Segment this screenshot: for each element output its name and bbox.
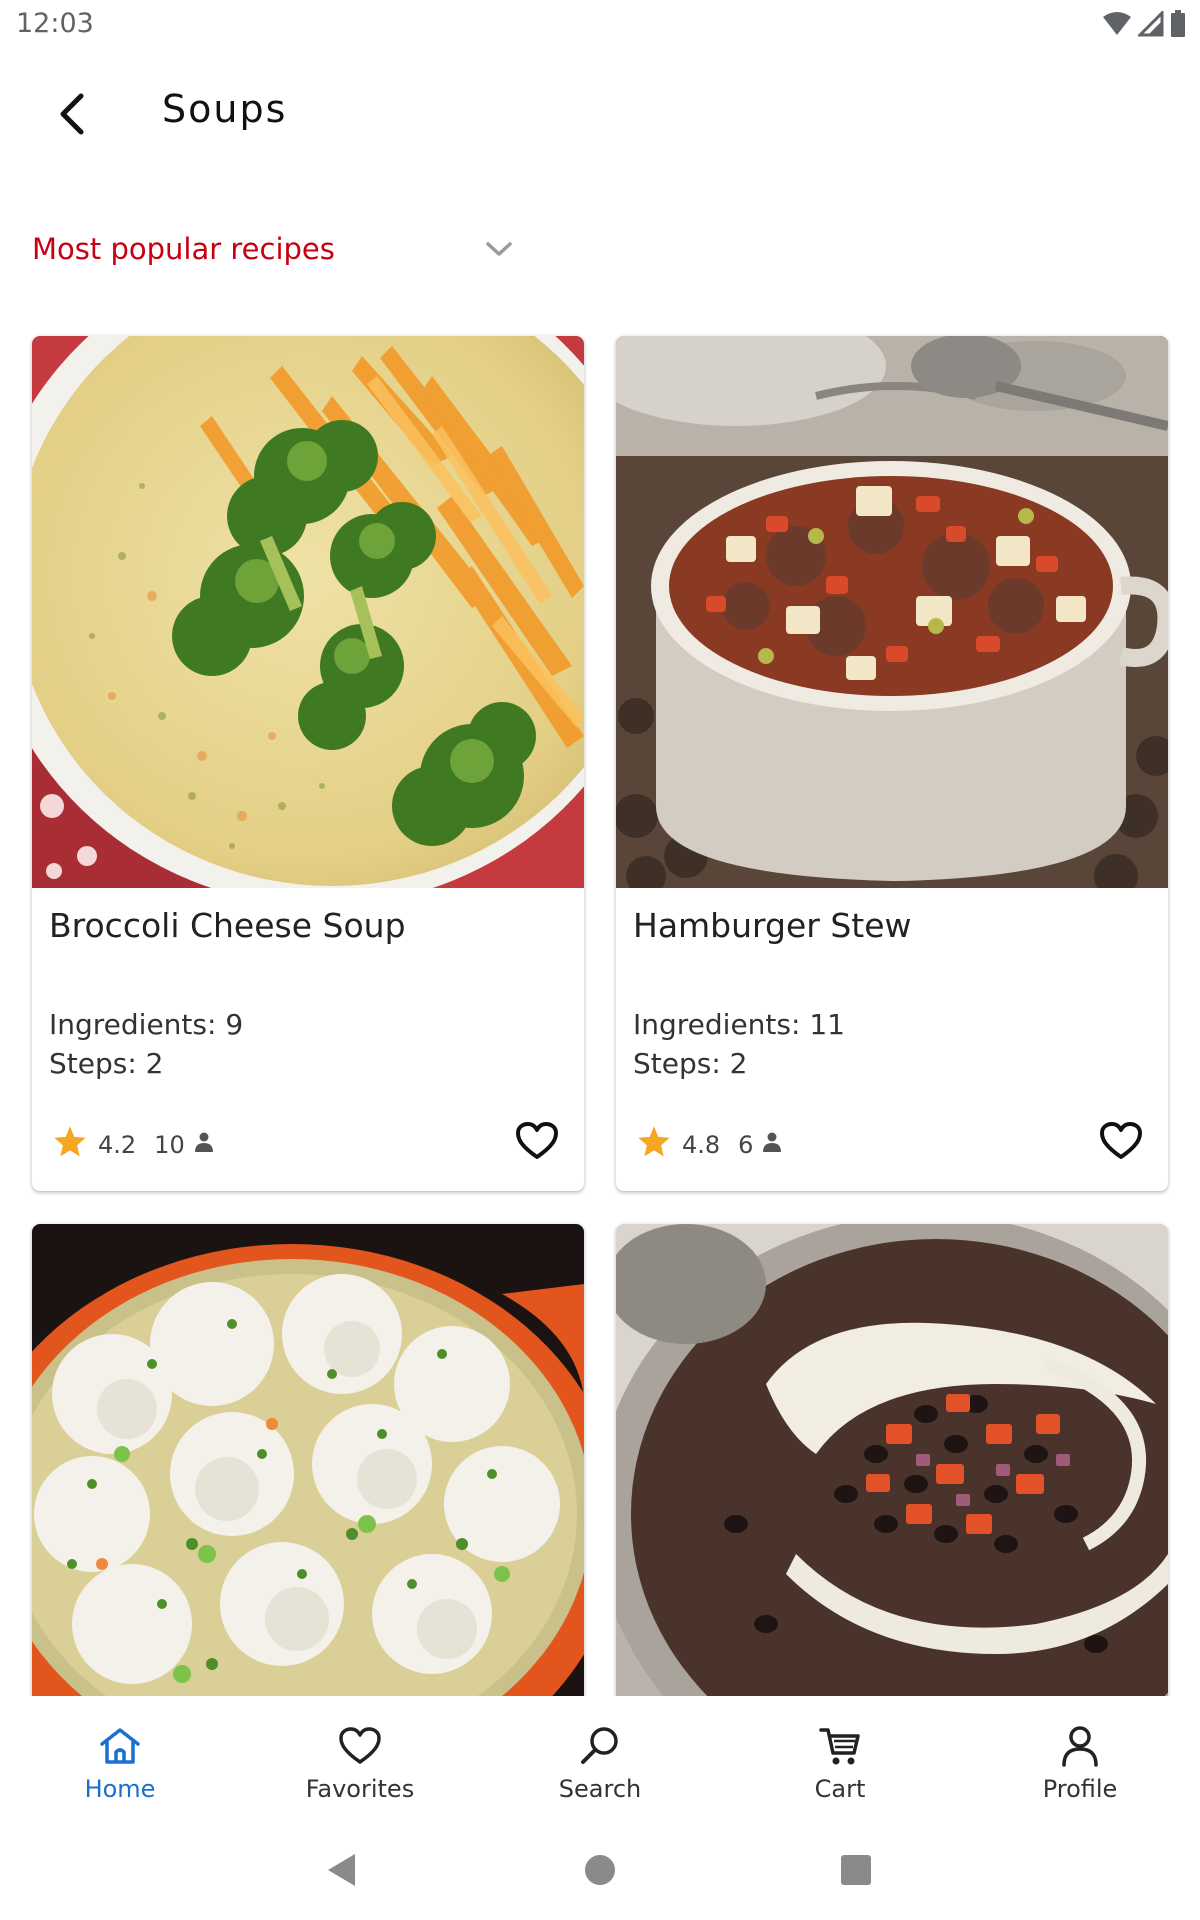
nav-cart[interactable]: Cart <box>720 1696 960 1826</box>
app-bar: Soups <box>0 60 1200 164</box>
review-count: 10 <box>154 1131 185 1159</box>
rating-row: 4.8 6 <box>636 1122 783 1168</box>
status-icons <box>1102 9 1186 43</box>
search-icon <box>578 1723 622 1769</box>
page-title: Soups <box>162 87 288 131</box>
heart-outline-icon <box>515 1121 559 1166</box>
recipe-card[interactable] <box>32 1224 584 1696</box>
dumplings-stew-photo <box>32 1224 584 1696</box>
recipe-steps: Steps: 2 <box>49 1047 164 1080</box>
status-bar: 12:03 <box>0 0 1200 50</box>
nav-favorites[interactable]: Favorites <box>240 1696 480 1826</box>
back-button[interactable] <box>40 84 104 148</box>
system-navigation-bar <box>0 1826 1200 1920</box>
black-bean-soup-photo <box>616 1224 1168 1696</box>
nav-label: Cart <box>814 1775 866 1803</box>
system-home-button[interactable] <box>572 1844 628 1900</box>
person-icon <box>761 1131 783 1159</box>
rating-row: 4.2 10 <box>52 1122 215 1168</box>
system-recents-button[interactable] <box>828 1844 884 1900</box>
rating-value: 4.2 <box>98 1131 137 1159</box>
nav-label: Profile <box>1042 1775 1118 1803</box>
back-triangle-icon <box>325 1852 359 1893</box>
recipe-title: Broccoli Cheese Soup <box>49 906 406 945</box>
nav-home[interactable]: Home <box>0 1696 240 1826</box>
recipe-ingredients: Ingredients: 11 <box>633 1008 845 1041</box>
back-arrow-icon <box>57 92 87 141</box>
sort-dropdown[interactable]: Most popular recipes <box>32 222 522 276</box>
status-time: 12:03 <box>16 8 94 39</box>
nav-label: Search <box>558 1775 642 1803</box>
heart-outline-icon <box>338 1723 382 1769</box>
recipe-card[interactable]: Broccoli Cheese Soup Ingredients: 9 Step… <box>32 336 584 1191</box>
cell-signal-icon <box>1136 9 1164 42</box>
system-back-button[interactable] <box>314 1844 370 1900</box>
wifi-icon <box>1102 11 1132 42</box>
recipe-steps: Steps: 2 <box>633 1047 748 1080</box>
favorite-button[interactable] <box>1096 1118 1146 1168</box>
recipe-card[interactable] <box>616 1224 1168 1696</box>
recipe-title: Hamburger Stew <box>633 906 912 945</box>
home-icon <box>98 1723 142 1769</box>
rating-value: 4.8 <box>682 1131 721 1159</box>
heart-outline-icon <box>1099 1121 1143 1166</box>
nav-search[interactable]: Search <box>480 1696 720 1826</box>
person-icon <box>193 1131 215 1159</box>
recents-square-icon <box>840 1854 872 1891</box>
star-icon <box>52 1124 88 1166</box>
star-icon <box>636 1124 672 1166</box>
battery-icon <box>1170 10 1186 43</box>
cart-icon <box>818 1723 862 1769</box>
favorite-button[interactable] <box>512 1118 562 1168</box>
bottom-navigation: Home Favorites Search Cart Profile <box>0 1696 1200 1826</box>
nav-label: Favorites <box>305 1775 415 1803</box>
nav-profile[interactable]: Profile <box>960 1696 1200 1826</box>
review-count: 6 <box>738 1131 754 1159</box>
broccoli-cheese-soup-photo <box>32 336 584 888</box>
home-circle-icon <box>584 1854 616 1891</box>
recipe-ingredients: Ingredients: 9 <box>49 1008 244 1041</box>
hamburger-stew-photo <box>616 336 1168 888</box>
chevron-down-icon <box>484 234 514 269</box>
sort-dropdown-label: Most popular recipes <box>32 232 335 266</box>
recipe-card[interactable]: Hamburger Stew Ingredients: 11 Steps: 2 … <box>616 336 1168 1191</box>
nav-label: Home <box>84 1775 156 1803</box>
person-icon <box>1060 1723 1100 1769</box>
